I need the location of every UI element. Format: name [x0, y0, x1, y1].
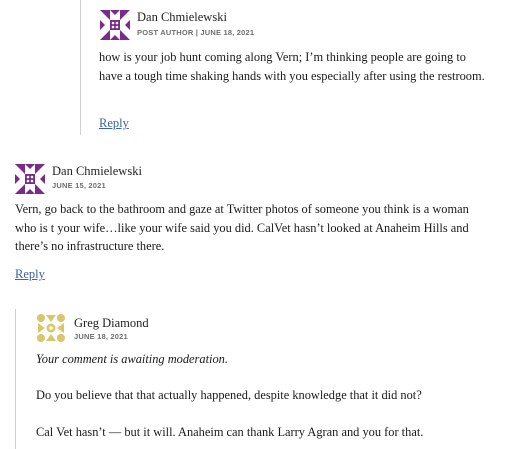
reply-link[interactable]: Reply [99, 116, 129, 131]
comment-item: Greg Diamond JUNE 18, 2021 Your comment … [0, 309, 511, 449]
comment-meta: JUNE 15, 2021 [52, 181, 106, 190]
purple-quilt-avatar-icon [100, 10, 130, 40]
moderation-notice: Your comment is awaiting moderation. [36, 352, 228, 366]
comment-item: Dan Chmielewski JUNE 15, 2021 Vern, go b… [0, 155, 511, 295]
comment-author: Greg Diamond [74, 316, 149, 330]
comment-thread: Dan Chmielewski POST AUTHOR | JUNE 18, 2… [0, 0, 511, 449]
comment-body: Vern, go back to the bathroom and gaze a… [15, 202, 469, 253]
comment-paragraph: Do you believe that that actually happen… [36, 388, 422, 402]
comment-author: Dan Chmielewski [137, 10, 227, 24]
comment-meta: POST AUTHOR | JUNE 18, 2021 [137, 28, 255, 37]
purple-quilt-avatar-icon [15, 164, 45, 194]
comment-paragraph: Cal Vet hasn’t — but it will. Anaheim ca… [36, 425, 424, 439]
gold-quilt-avatar-icon [36, 313, 66, 343]
comment-author: Dan Chmielewski [52, 164, 142, 178]
comment-item: Dan Chmielewski POST AUTHOR | JUNE 18, 2… [0, 0, 511, 140]
reply-link[interactable]: Reply [15, 267, 45, 282]
comment-meta: JUNE 18, 2021 [74, 332, 128, 341]
comment-body: how is your job hunt coming along Vern; … [99, 50, 485, 83]
